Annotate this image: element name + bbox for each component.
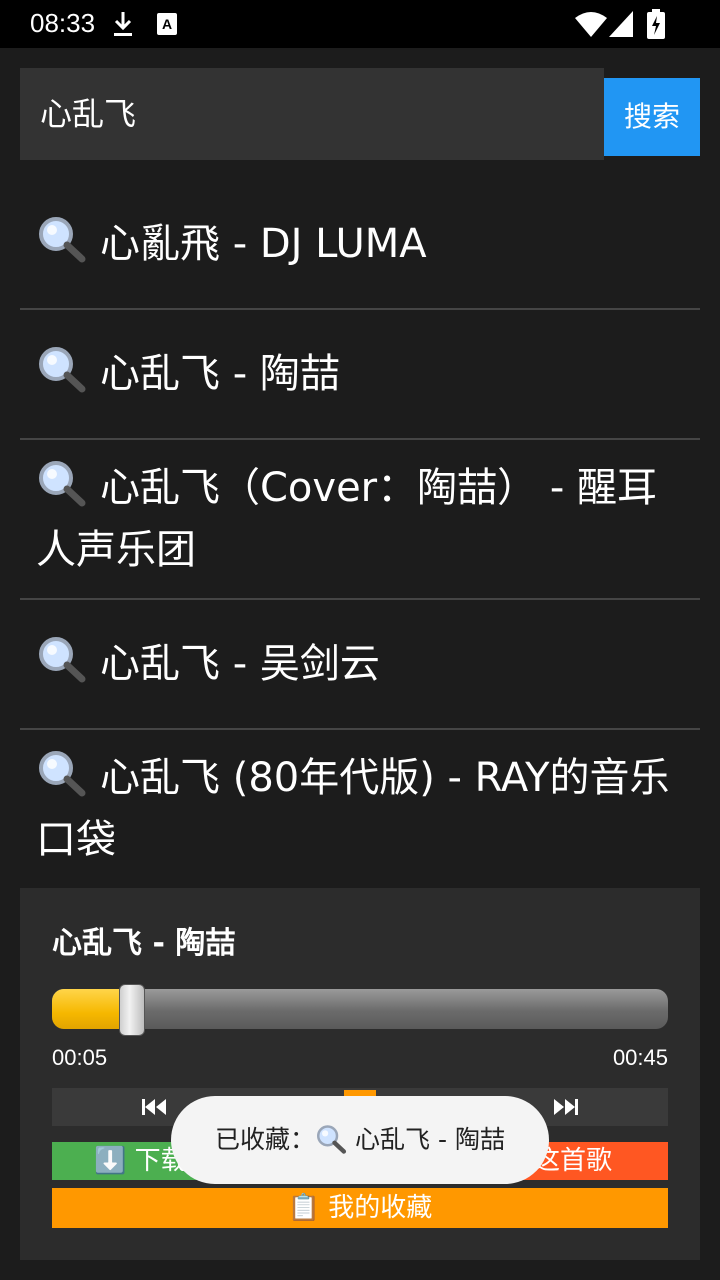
search-button[interactable]: 搜索 <box>604 78 700 156</box>
toast-song: 心乱飞 - 陶喆 <box>355 1125 505 1154</box>
status-time: 08:33 <box>30 8 96 38</box>
signal-icon <box>609 11 633 37</box>
search-input[interactable]: 心乱飞 <box>20 68 604 160</box>
result-title: 心乱飞 - 陶喆 <box>100 351 340 397</box>
status-bar: 08:33 A <box>0 0 720 48</box>
result-item[interactable]: 心亂飛 - DJ LUMA <box>20 180 700 310</box>
current-time: 00:05 <box>52 1045 108 1070</box>
result-title: 心乱飞 - 吴剑云 <box>100 641 380 687</box>
result-item[interactable]: 心乱飞 - 陶喆 <box>20 310 700 440</box>
next-icon[interactable] <box>536 1088 596 1126</box>
result-title: 心乱飞 (80年代版) - RAY的音乐口袋 <box>36 755 670 863</box>
player-panel: 心乱飞 - 陶喆 00:05 00:45 ⬇️ 下载 这首歌 📋 我的收藏 <box>20 888 700 1260</box>
wifi-icon <box>575 12 607 37</box>
download-icon <box>114 12 132 36</box>
keyboard-a-icon: A <box>157 13 177 35</box>
toast-message: 已收藏： 心乱飞 - 陶喆 <box>171 1096 549 1184</box>
now-playing-title: 心乱飞 - 陶喆 <box>52 926 236 961</box>
result-title: 心乱飞（Cover：陶喆） - 醒耳人声乐团 <box>36 465 657 573</box>
svg-text:A: A <box>162 16 172 32</box>
result-item[interactable]: 心乱飞（Cover：陶喆） - 醒耳人声乐团 <box>20 440 700 600</box>
magnifier-icon <box>39 751 86 797</box>
magnifier-icon <box>39 461 86 507</box>
magnifier-icon <box>39 217 86 263</box>
toast-prefix: 已收藏： <box>215 1125 316 1154</box>
battery-charging-icon <box>647 9 665 39</box>
magnifier-icon <box>317 1125 347 1154</box>
my-collection-button[interactable]: 📋 我的收藏 <box>52 1188 668 1228</box>
result-title: 心亂飛 - DJ LUMA <box>100 221 427 267</box>
result-item[interactable]: 心乱飞 (80年代版) - RAY的音乐口袋 <box>20 730 700 888</box>
magnifier-icon <box>39 637 86 683</box>
progress-thumb[interactable] <box>119 984 145 1036</box>
result-item[interactable]: 心乱飞 - 吴剑云 <box>20 600 700 730</box>
total-time: 00:45 <box>612 1045 668 1070</box>
search-row: 心乱飞 搜索 <box>20 68 700 160</box>
magnifier-icon <box>39 347 86 393</box>
